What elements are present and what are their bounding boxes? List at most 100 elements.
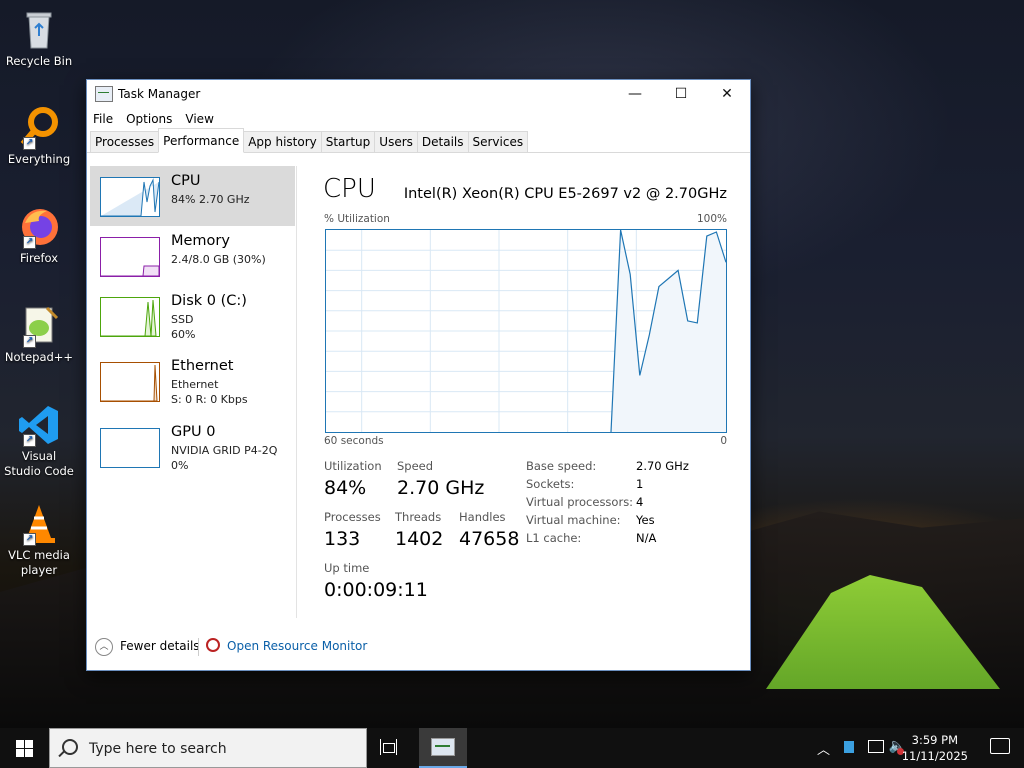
graph-time-label: 60 seconds <box>324 435 384 447</box>
tab-performance[interactable]: Performance <box>158 128 245 153</box>
tab-services[interactable]: Services <box>467 131 529 152</box>
system-clock[interactable]: 3:59 PM 11/11/2025 <box>902 732 968 764</box>
sidebar-item-memory[interactable]: Memory 2.4/8.0 GB (30%) <box>90 226 295 286</box>
maximize-button[interactable]: ☐ <box>658 80 704 108</box>
windows-logo-icon <box>15 739 33 757</box>
desktop-icon-everything[interactable]: ↗ Everything <box>4 106 74 167</box>
network-icon[interactable] <box>868 740 884 753</box>
cpu-mini-graph <box>100 177 160 217</box>
taskbar-search-box[interactable]: Type here to search <box>49 728 367 768</box>
tray-app-icon[interactable] <box>844 741 854 753</box>
base-speed-label: Base speed: <box>526 459 597 473</box>
desktop-icon-label: Visual Studio Code <box>4 449 74 478</box>
cpu-model-name: Intel(R) Xeon(R) CPU E5-2697 v2 @ 2.70GH… <box>403 186 727 202</box>
menu-view[interactable]: View <box>185 112 213 126</box>
resource-monitor-icon <box>206 638 220 652</box>
menu-options[interactable]: Options <box>126 112 172 126</box>
notepad-plus-plus-icon: ↗ <box>17 304 61 348</box>
sidebar-item-name: GPU 0 <box>171 424 216 440</box>
vlc-cone-icon: ↗ <box>17 502 61 546</box>
memory-mini-graph <box>100 237 160 277</box>
utilization-label: Utilization <box>324 459 382 473</box>
clock-date: 11/11/2025 <box>901 749 968 763</box>
clock-time: 3:59 PM <box>911 733 959 747</box>
sidebar-item-disk[interactable]: Disk 0 (C:) SSD 60% <box>90 286 295 346</box>
tab-startup[interactable]: Startup <box>320 131 376 152</box>
desktop-icon-notepad-plus-plus[interactable]: ↗ Notepad++ <box>4 304 74 365</box>
desktop-icon-recycle-bin[interactable]: Recycle Bin <box>4 8 74 69</box>
sidebar-item-ethernet[interactable]: Ethernet Ethernet S: 0 R: 0 Kbps <box>90 351 295 411</box>
uptime-value: 0:00:09:11 <box>324 579 428 601</box>
speed-label: Speed <box>397 459 434 473</box>
virtual-processors-label: Virtual processors: <box>526 495 634 509</box>
utilization-value: 84% <box>324 477 367 499</box>
window-footer: ︿ Fewer details Open Resource Monitor <box>87 632 750 662</box>
sidebar-item-detail: 84% 2.70 GHz <box>171 193 250 206</box>
cpu-utilization-area <box>611 230 726 432</box>
firefox-icon: ↗ <box>17 205 61 249</box>
disk-mini-graph <box>100 297 160 337</box>
sidebar-item-name: CPU <box>171 173 201 189</box>
cpu-utilization-chart <box>326 230 726 432</box>
handles-label: Handles <box>459 510 506 524</box>
gpu-mini-graph <box>100 428 160 468</box>
speed-value: 2.70 GHz <box>397 477 485 499</box>
taskbar-task-manager-button[interactable] <box>419 728 467 768</box>
window-title: Task Manager <box>118 87 201 101</box>
sidebar-item-cpu[interactable]: CPU 84% 2.70 GHz <box>90 166 295 226</box>
tab-strip: Processes Performance App history Startu… <box>87 128 750 153</box>
desktop-icon-label: VLC media player <box>8 548 70 577</box>
desktop-icon-label: Everything <box>7 152 71 166</box>
shortcut-arrow-icon: ↗ <box>23 137 36 150</box>
vscode-icon: ↗ <box>17 403 61 447</box>
sidebar-item-detail: 2.4/8.0 GB (30%) <box>171 253 266 266</box>
task-manager-window: Task Manager — ☐ ✕ File Options View Pro… <box>86 79 751 671</box>
shortcut-arrow-icon: ↗ <box>23 533 36 546</box>
title-bar[interactable]: Task Manager — ☐ ✕ <box>87 80 750 108</box>
graph-y-label: % Utilization <box>324 213 390 225</box>
menu-file[interactable]: File <box>93 112 113 126</box>
everything-search-icon: ↗ <box>17 106 61 150</box>
search-icon <box>62 739 78 755</box>
desktop-icon-label: Recycle Bin <box>5 54 73 68</box>
sidebar-item-gpu[interactable]: GPU 0 NVIDIA GRID P4-2Q 0% <box>90 417 295 477</box>
fewer-details-link[interactable]: Fewer details <box>120 639 200 653</box>
shortcut-arrow-icon: ↗ <box>23 236 36 249</box>
processes-label: Processes <box>324 510 381 524</box>
handles-value: 47658 <box>459 528 520 550</box>
graph-max-label: 100% <box>696 213 727 225</box>
desktop-icon-vlc[interactable]: ↗ VLC media player <box>4 502 74 578</box>
virtual-processors-value: 4 <box>636 495 644 509</box>
footer-divider <box>198 638 199 656</box>
shortcut-arrow-icon: ↗ <box>23 434 36 447</box>
desktop-icon-firefox[interactable]: ↗ Firefox <box>4 205 74 266</box>
graph-min-label: 0 <box>720 435 727 447</box>
task-manager-icon <box>431 738 455 756</box>
notification-center-icon[interactable] <box>990 738 1010 754</box>
minimize-button[interactable]: — <box>612 80 658 108</box>
sidebar-item-name: Ethernet <box>171 358 234 374</box>
sidebar-item-name: Disk 0 (C:) <box>171 293 247 309</box>
virtual-machine-value: Yes <box>636 513 655 527</box>
shortcut-arrow-icon: ↗ <box>23 335 36 348</box>
desktop-icon-vscode[interactable]: ↗ Visual Studio Code <box>4 403 74 479</box>
chevron-up-icon[interactable]: ︿ <box>817 739 830 758</box>
start-button[interactable] <box>0 728 48 768</box>
chevron-up-icon[interactable]: ︿ <box>95 638 113 656</box>
tab-details[interactable]: Details <box>416 131 469 152</box>
sidebar-item-detail-2: S: 0 R: 0 Kbps <box>171 393 248 406</box>
ethernet-mini-graph <box>100 362 160 402</box>
tab-processes[interactable]: Processes <box>90 131 160 152</box>
sockets-label: Sockets: <box>526 477 575 491</box>
cpu-utilization-graph <box>325 229 727 433</box>
recycle-bin-icon <box>17 8 61 52</box>
search-placeholder: Type here to search <box>89 741 227 757</box>
performance-sidebar: CPU 84% 2.70 GHz Memory 2.4/8.0 GB (30%)… <box>90 166 297 618</box>
tab-users[interactable]: Users <box>374 131 418 152</box>
close-button[interactable]: ✕ <box>704 80 750 108</box>
l1-cache-value: N/A <box>636 531 657 545</box>
task-view-icon[interactable] <box>380 739 400 757</box>
tab-app-history[interactable]: App history <box>243 131 322 152</box>
sockets-value: 1 <box>636 477 644 491</box>
open-resource-monitor-link[interactable]: Open Resource Monitor <box>227 639 367 653</box>
